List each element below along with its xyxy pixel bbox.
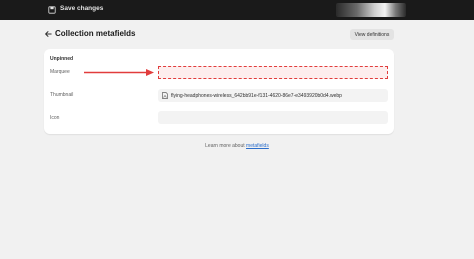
blurred-region — [336, 3, 406, 17]
metafields-card: Unpinned Marquee Thumbnail flying-headph… — [44, 49, 394, 134]
file-icon — [162, 92, 168, 99]
thumbnail-input[interactable]: flying-headphones-wireless_642bb91e-f131… — [158, 89, 388, 102]
save-changes-label: Save changes — [60, 5, 104, 12]
save-icon — [48, 6, 56, 14]
thumbnail-label: Thumbnail — [50, 92, 74, 98]
marquee-input[interactable] — [158, 66, 388, 79]
page-title: Collection metafields — [55, 29, 136, 38]
top-bar: Save changes — [0, 0, 474, 20]
icon-input[interactable] — [158, 111, 388, 124]
footer: Learn more about metafields — [0, 143, 474, 149]
thumbnail-filename: flying-headphones-wireless_642bb91e-f131… — [171, 92, 342, 99]
marquee-label: Marquee — [50, 69, 70, 75]
icon-label: Icon — [50, 115, 60, 121]
metafields-link[interactable]: metafields — [246, 143, 269, 149]
footer-text: Learn more about — [205, 143, 245, 149]
view-definitions-button[interactable]: View definitions — [350, 29, 394, 40]
arrow-left-icon[interactable] — [44, 30, 52, 38]
section-title: Unpinned — [50, 56, 74, 62]
